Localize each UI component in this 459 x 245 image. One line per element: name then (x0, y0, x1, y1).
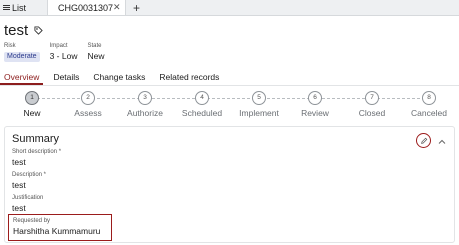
tab-record-label: CHG0031307 (58, 2, 114, 13)
step-label: Review (301, 108, 329, 118)
close-icon[interactable]: ✕ (113, 2, 121, 13)
description-field[interactable]: Description * test (12, 171, 46, 191)
step-number: 4 (195, 91, 209, 105)
requested-by-field[interactable]: Requested by Harshitha Kummamuru (8, 214, 112, 241)
step-label: New (23, 108, 41, 118)
step-number: 2 (81, 91, 95, 105)
page-title: test (4, 22, 29, 39)
step-label: Assess (74, 108, 102, 118)
short-description-value: test (12, 157, 26, 167)
state-field: State New (87, 42, 104, 62)
short-description-label: Short description * (12, 149, 62, 155)
justification-label: Justification (12, 195, 44, 201)
step-number: 7 (365, 91, 379, 105)
tab-list-label: List (12, 2, 27, 13)
short-description-field[interactable]: Short description * test (12, 148, 61, 168)
record-tabs: Overview Details Change tasks Related re… (0, 69, 459, 86)
step-authorize: 3 Authorize (120, 91, 170, 118)
tab-overview[interactable]: Overview (0, 69, 44, 85)
step-closed: 7 Closed (347, 91, 397, 118)
step-label: Scheduled (181, 108, 223, 118)
step-label: Closed (358, 108, 386, 118)
step-label: Canceled (411, 108, 447, 118)
step-number: 3 (138, 91, 152, 105)
list-icon (3, 3, 10, 13)
step-number: 1 (25, 91, 39, 105)
impact-value: 3 - Low (49, 51, 78, 61)
requested-by-value: Harshitha Kummamuru (13, 226, 101, 236)
justification-value: test (12, 203, 26, 213)
step-number: 6 (308, 91, 322, 105)
state-value: New (87, 51, 105, 61)
description-label: Description * (12, 172, 47, 178)
tag-icon[interactable] (34, 26, 43, 35)
pencil-icon (420, 132, 428, 150)
step-canceled: 8 Canceled (404, 91, 454, 118)
step-label: Implement (239, 108, 279, 118)
step-number: 5 (252, 91, 266, 105)
record-meta: Risk Moderate Impact 3 - Low State New (4, 42, 104, 62)
tab-record[interactable]: CHG0031307 ✕ (48, 0, 126, 15)
impact-field: Impact 3 - Low (50, 42, 78, 62)
tab-related-records[interactable]: Related records (155, 69, 223, 85)
step-scheduled: 4 Scheduled (177, 91, 227, 118)
step-new: 1 New (7, 91, 57, 118)
summary-card: Summary Short description * test Descrip… (4, 126, 455, 243)
step-assess: 2 Assess (63, 91, 113, 118)
tab-details[interactable]: Details (49, 69, 83, 85)
requested-by-label: Requested by (13, 218, 51, 224)
state-stepper: 1 New 2 Assess 3 Authorize 4 Scheduled 5… (0, 86, 459, 122)
risk-badge: Moderate (4, 52, 40, 62)
description-value: test (12, 180, 26, 190)
step-number: 8 (422, 91, 436, 105)
workspace-tab-bar: List CHG0031307 ✕ + (0, 0, 459, 16)
impact-label: Impact (49, 43, 68, 49)
step-label: Authorize (127, 108, 163, 118)
step-implement: 5 Implement (234, 91, 284, 118)
risk-label: Risk (4, 43, 16, 49)
tab-change-tasks[interactable]: Change tasks (89, 69, 149, 85)
plus-icon[interactable]: + (126, 0, 147, 15)
record-header: test (4, 22, 43, 39)
risk-field: Risk Moderate (4, 42, 40, 62)
tab-list[interactable]: List (0, 0, 48, 15)
chevron-up-icon[interactable] (437, 134, 447, 144)
edit-button[interactable] (416, 133, 431, 148)
state-label: State (87, 43, 102, 49)
justification-field[interactable]: Justification test (12, 194, 43, 214)
step-review: 6 Review (290, 91, 340, 118)
summary-title: Summary (12, 133, 60, 145)
